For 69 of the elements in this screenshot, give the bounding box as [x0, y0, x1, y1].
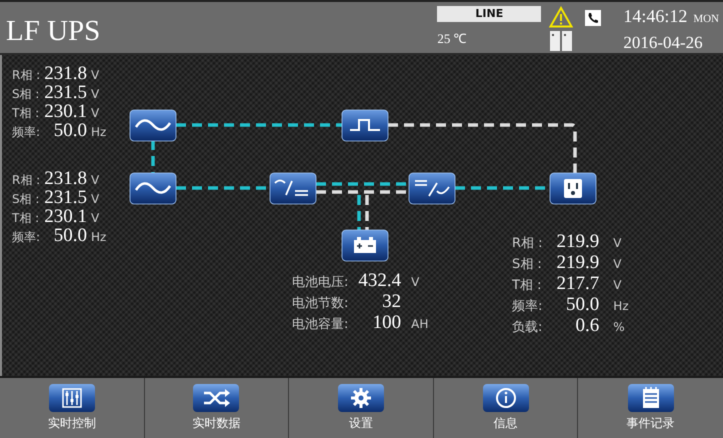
- reading-label: 频率:: [512, 298, 543, 315]
- temperature-reading: 25 ℃: [437, 30, 468, 47]
- unit-label: V: [613, 236, 623, 250]
- reading-value: 0.6: [574, 317, 600, 334]
- reading-value: 230.1: [44, 208, 87, 225]
- reading-label: S相 :: [12, 191, 40, 208]
- connector-line: [151, 140, 155, 173]
- settings-icon: [338, 384, 384, 412]
- unit-label: V: [90, 173, 100, 187]
- date-label: 2016-04-26: [623, 33, 704, 53]
- bypass-switch-node: [342, 110, 388, 142]
- rectifier-node: [270, 172, 316, 204]
- reading-value: 100: [372, 314, 402, 331]
- reading-value: 231.5: [44, 189, 87, 206]
- unit-label: V: [90, 192, 100, 206]
- reading-value: 32: [381, 293, 402, 310]
- reading-value: 50.0: [52, 227, 87, 244]
- unit-label: V: [90, 68, 100, 82]
- reading-value: 230.1: [44, 103, 87, 120]
- clock-time: 14:46:12: [623, 6, 688, 27]
- reading-value: 219.9: [556, 254, 600, 271]
- weekday-label: MON: [693, 13, 719, 25]
- battery-node: [342, 230, 388, 262]
- reading-label: 负载:: [512, 319, 543, 336]
- mode-indicator: LINE: [437, 6, 542, 22]
- notepad-icon: [628, 384, 674, 412]
- reading-label: 频率:: [12, 124, 40, 141]
- phone-icon: [585, 10, 602, 26]
- sliders-icon: [48, 384, 95, 412]
- unit-label: AH: [411, 317, 428, 331]
- reading-label: R相 :: [12, 67, 40, 84]
- unit-label: V: [90, 211, 100, 225]
- reading-label: S相 :: [512, 256, 543, 273]
- inverter-node: [408, 172, 456, 204]
- unit-label: V: [613, 278, 623, 292]
- reading-value: 231.5: [44, 84, 87, 101]
- reading-value: 231.8: [44, 65, 87, 82]
- reading-label: R相 :: [512, 235, 543, 252]
- reading-label: 频率:: [12, 229, 40, 246]
- shuffle-icon: [193, 384, 240, 412]
- reading-value: 50.0: [565, 296, 600, 313]
- cabinet-icon: [550, 31, 572, 51]
- unit-label: V: [613, 257, 623, 271]
- reading-label: 电池电压:: [292, 274, 348, 291]
- reading-label: R相 :: [12, 172, 40, 189]
- reading-label: S相 :: [12, 86, 40, 103]
- reading-label: T相 :: [12, 105, 40, 122]
- unit-label: V: [90, 106, 100, 120]
- unit-label: Hz: [613, 299, 629, 313]
- unit-label: Hz: [90, 125, 106, 139]
- reading-label: T相 :: [12, 210, 40, 227]
- reading-value: 219.9: [556, 233, 600, 250]
- sine-wave-node: [130, 110, 176, 142]
- reading-value: 432.4: [358, 272, 402, 289]
- reading-value: 50.0: [52, 122, 87, 139]
- sine-wave-node: [130, 172, 176, 204]
- reading-label: 电池容量:: [292, 316, 348, 333]
- warning-icon[interactable]: [549, 6, 574, 28]
- reading-value: 217.7: [556, 275, 600, 292]
- unit-label: %: [613, 320, 626, 334]
- info-icon: [482, 384, 529, 412]
- reading-label: T相 :: [512, 277, 542, 294]
- unit-label: V: [411, 275, 420, 289]
- unit-label: V: [90, 87, 100, 101]
- app-title: LF UPS: [6, 15, 100, 48]
- outlet-node: [550, 172, 596, 204]
- unit-label: Hz: [90, 230, 106, 244]
- reading-value: 231.8: [44, 170, 87, 187]
- reading-label: 电池节数:: [292, 295, 348, 312]
